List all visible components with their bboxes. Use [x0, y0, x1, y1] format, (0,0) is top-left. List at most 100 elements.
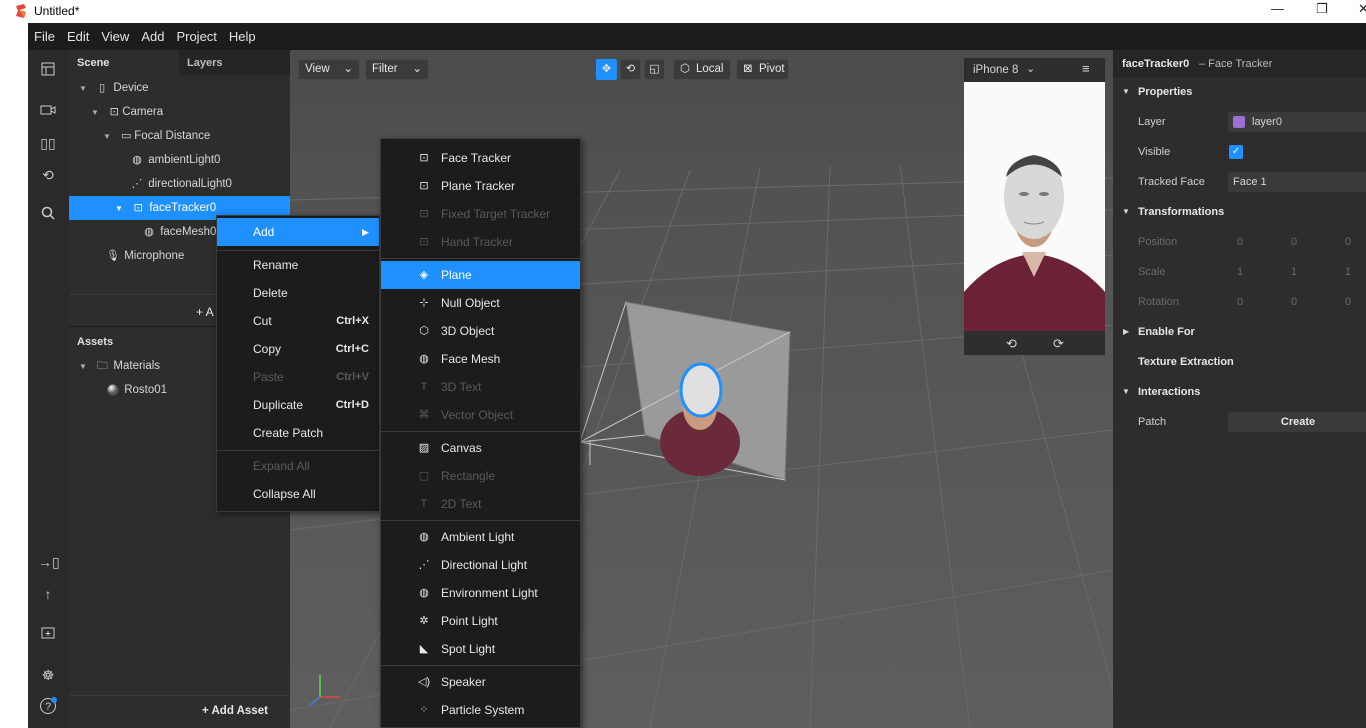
tab-layers[interactable]: Layers	[179, 50, 290, 75]
section-title: Enable For	[1138, 326, 1195, 338]
device-select[interactable]: iPhone 8	[973, 64, 1018, 76]
submenu-item-face-tracker[interactable]: ⊡ Face Tracker	[381, 144, 580, 172]
visible-checkbox[interactable]: ✓	[1229, 145, 1243, 159]
create-patch-button[interactable]: Create	[1228, 412, 1366, 432]
assets-title: Assets	[77, 336, 114, 348]
menu-item-add[interactable]: Add ▶	[217, 218, 379, 246]
menu-item-label: Rename	[253, 258, 299, 272]
add-object-button[interactable]: + A	[196, 305, 214, 319]
pivot-toggle[interactable]: ⊠ Pivot	[736, 59, 789, 80]
scale-x-field[interactable]: 1	[1237, 257, 1243, 287]
chevron-down-icon[interactable]: ⌄	[1026, 62, 1035, 75]
menu-item-copy[interactable]: Copy Ctrl+C	[217, 335, 379, 363]
submenu-item-point-light[interactable]: ✲ Point Light	[381, 607, 580, 635]
video-camera-icon[interactable]	[38, 101, 58, 121]
tree-item-device[interactable]: ▼ ▯ Device	[69, 76, 290, 100]
prop-label: Tracked Face	[1138, 176, 1205, 188]
menu-edit[interactable]: Edit	[61, 23, 95, 44]
menu-file[interactable]: File	[28, 23, 61, 44]
submenu-item-label: Fixed Target Tracker	[441, 207, 551, 221]
menu-view[interactable]: View	[95, 23, 135, 44]
menu-item-label: Paste	[253, 370, 284, 384]
hamburger-menu-icon[interactable]: ≡	[1082, 61, 1090, 76]
prop-label: Rotation	[1138, 296, 1179, 308]
menu-item-rename[interactable]: Rename	[217, 251, 379, 279]
submenu-item-spot-light[interactable]: ◣ Spot Light	[381, 635, 580, 663]
menu-item-collapse-all[interactable]: Collapse All	[217, 480, 379, 508]
bug-report-icon[interactable]: ☸	[38, 665, 58, 685]
position-x-field[interactable]: 0	[1237, 227, 1243, 257]
new-project-icon[interactable]	[38, 624, 58, 644]
submenu-item-speaker[interactable]: ◁) Speaker	[381, 668, 580, 696]
pause-icon[interactable]: ▯▯	[38, 133, 58, 153]
rotation-y-field[interactable]: 0	[1291, 287, 1297, 317]
tree-item-camera[interactable]: ▼ ⊡ Camera	[69, 100, 290, 124]
minimize-icon[interactable]: —	[1271, 1, 1284, 16]
help-icon[interactable]: ?	[38, 697, 58, 717]
section-texture-extraction[interactable]: Texture Extraction	[1113, 347, 1366, 377]
upload-icon[interactable]: ↑	[38, 584, 58, 604]
tab-scene[interactable]: Scene	[69, 50, 179, 75]
canvas-icon: ▨	[418, 442, 430, 454]
scale-z-field[interactable]: 1	[1345, 257, 1351, 287]
window-title: Untitled*	[34, 4, 80, 18]
refresh-icon[interactable]: ⟲	[38, 165, 58, 185]
send-to-device-icon[interactable]: →▯	[38, 552, 60, 572]
section-enable-for[interactable]: ▶ Enable For	[1113, 317, 1366, 347]
submenu-item-ambient-light[interactable]: ◍ Ambient Light	[381, 523, 580, 551]
restore-icon[interactable]: ❐	[1316, 1, 1328, 17]
tab-layers-label: Layers	[187, 57, 223, 69]
flip-camera-icon[interactable]: ⟳	[1053, 336, 1064, 352]
close-icon[interactable]: ✕	[1358, 1, 1366, 17]
menu-item-create-patch[interactable]: Create Patch	[217, 419, 379, 447]
layout-icon[interactable]	[38, 61, 58, 81]
section-transformations[interactable]: ▼ Transformations	[1113, 197, 1366, 227]
submenu-item-plane-tracker[interactable]: ⊡ Plane Tracker	[381, 172, 580, 200]
menu-help[interactable]: Help	[223, 23, 262, 44]
properties-panel: faceTracker0 – Face Tracker ▼ Properties …	[1113, 50, 1366, 728]
submenu-item-directional-light[interactable]: ⋰ Directional Light	[381, 551, 580, 579]
menu-item-delete[interactable]: Delete	[217, 279, 379, 307]
scale-y-field[interactable]: 1	[1291, 257, 1297, 287]
submenu-item-null-object[interactable]: ⊹ Null Object	[381, 289, 580, 317]
tree-item-directional-light[interactable]: ⋰ directionalLight0	[69, 172, 290, 196]
pivot-label: Pivot	[759, 63, 785, 75]
menu-project[interactable]: Project	[170, 23, 222, 44]
section-interactions[interactable]: ▼ Interactions	[1113, 377, 1366, 407]
position-y-field[interactable]: 0	[1291, 227, 1297, 257]
tree-item-focal-distance[interactable]: ▼ ▭ Focal Distance	[69, 124, 290, 148]
rotate-tool-icon[interactable]: ⟲	[620, 59, 641, 80]
submenu-item-plane[interactable]: ◈ Plane	[381, 261, 580, 289]
menu-item-label: Expand All	[253, 459, 310, 473]
view-dropdown[interactable]: View ⌄	[298, 59, 360, 80]
tracked-face-select[interactable]: Face 1	[1228, 172, 1366, 192]
submenu-item-particle-system[interactable]: ⁘ Particle System	[381, 696, 580, 724]
menu-add[interactable]: Add	[135, 23, 170, 44]
search-icon[interactable]	[38, 205, 58, 225]
submenu-item-environment-light[interactable]: ◍ Environment Light	[381, 579, 580, 607]
move-tool-icon[interactable]: ✥	[596, 59, 617, 80]
position-z-field[interactable]: 0	[1345, 227, 1351, 257]
tree-item-ambient-light[interactable]: ◍ ambientLight0	[69, 148, 290, 172]
add-asset-button[interactable]: + Add Asset	[202, 705, 268, 717]
menu-separator	[381, 258, 580, 259]
rotate-device-icon[interactable]: ⟲	[1006, 336, 1017, 352]
submenu-item-3d-object[interactable]: ⬡ 3D Object	[381, 317, 580, 345]
local-toggle[interactable]: ⬡ Local	[673, 59, 731, 80]
object-name: faceTracker0	[1122, 58, 1190, 70]
submenu-item-canvas[interactable]: ▨ Canvas	[381, 434, 580, 462]
section-properties[interactable]: ▼ Properties	[1113, 77, 1366, 107]
layer-value: layer0	[1252, 116, 1282, 128]
filter-dropdown[interactable]: Filter ⌄	[365, 59, 429, 80]
rotation-z-field[interactable]: 0	[1345, 287, 1351, 317]
particle-icon: ⁘	[419, 704, 429, 716]
rotation-x-field[interactable]: 0	[1237, 287, 1243, 317]
scale-tool-icon[interactable]: ◱	[644, 59, 665, 80]
submenu-item-face-mesh[interactable]: ◍ Face Mesh	[381, 345, 580, 373]
submenu-item-label: Rectangle	[441, 469, 496, 483]
submenu-item-vector-object: ⌘ Vector Object	[381, 401, 580, 429]
menu-item-duplicate[interactable]: Duplicate Ctrl+D	[217, 391, 379, 419]
menu-item-cut[interactable]: Cut Ctrl+X	[217, 307, 379, 335]
layer-select[interactable]: layer0	[1228, 112, 1366, 132]
prop-layer: Layer layer0	[1113, 107, 1366, 137]
